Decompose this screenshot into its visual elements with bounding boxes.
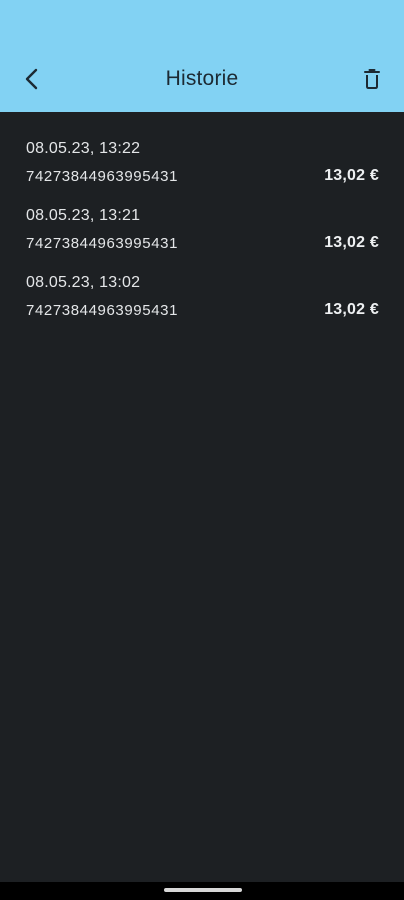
- history-item-date: 08.05.23, 13:02: [26, 274, 141, 291]
- history-item-amount: 13,02 €: [324, 167, 379, 184]
- history-item[interactable]: 08.05.23, 13:21 74273844963995431 13,02 …: [0, 205, 404, 272]
- system-navigation-bar: [0, 882, 404, 900]
- history-item-amount: 13,02 €: [324, 234, 379, 251]
- page-title: Historie: [165, 67, 239, 90]
- history-item[interactable]: 08.05.23, 13:22 74273844963995431 13,02 …: [0, 138, 404, 205]
- history-item-number: 74273844963995431: [26, 168, 179, 185]
- delete-history-button[interactable]: [354, 57, 390, 101]
- history-item-date: 08.05.23, 13:21: [26, 207, 141, 224]
- trash-icon: [364, 69, 380, 89]
- app-bar-row: Historie: [0, 57, 404, 101]
- history-item-amount: 13,02 €: [324, 301, 379, 318]
- history-item-number: 74273844963995431: [26, 302, 179, 319]
- app-bar: Historie: [0, 0, 404, 112]
- history-item-number: 74273844963995431: [26, 235, 179, 252]
- history-item-date: 08.05.23, 13:22: [26, 140, 141, 157]
- home-gesture-handle[interactable]: [164, 888, 242, 892]
- history-item[interactable]: 08.05.23, 13:02 74273844963995431 13,02 …: [0, 272, 404, 339]
- history-list: 08.05.23, 13:22 74273844963995431 13,02 …: [0, 112, 404, 339]
